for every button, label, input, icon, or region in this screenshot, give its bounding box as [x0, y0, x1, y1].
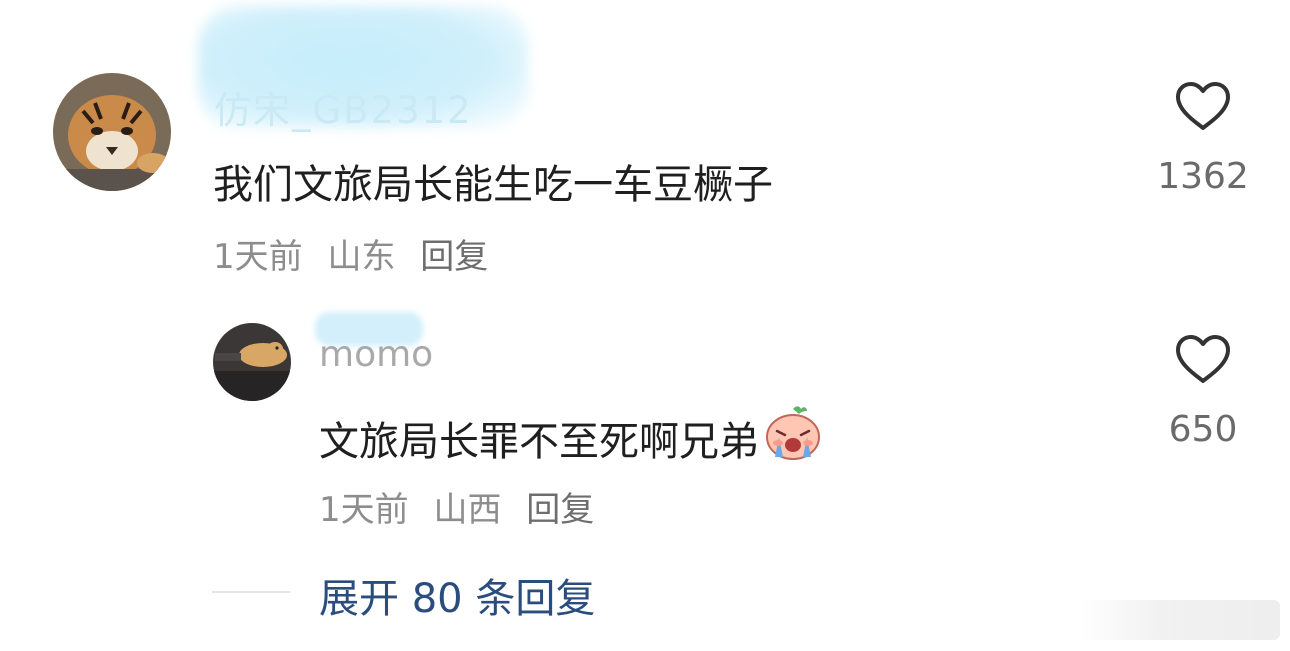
reply-like-button[interactable]: 650	[1143, 333, 1263, 450]
heart-icon	[1176, 335, 1230, 383]
crying-face-emoji-icon	[763, 405, 823, 471]
reply-avatar[interactable]	[213, 323, 291, 401]
reply-meta: 1天前 山西 回复	[319, 482, 608, 531]
comment-location: 山东	[327, 237, 396, 277]
avatar[interactable]	[53, 73, 171, 191]
heart-icon	[1176, 82, 1230, 130]
comment-meta: 1天前 山东 回复	[213, 229, 502, 278]
watermark	[1080, 600, 1280, 640]
expand-replies-button[interactable]: 展开 80 条回复	[319, 566, 595, 624]
comment-like-button[interactable]: 1362	[1143, 80, 1263, 197]
reply-username[interactable]: momo	[319, 334, 433, 375]
expand-divider	[212, 591, 290, 593]
comment-username[interactable]: 仿宋_GB2312	[214, 80, 473, 134]
reply-like-count: 650	[1168, 409, 1238, 450]
reply-location: 山西	[433, 490, 502, 530]
comment-like-count: 1362	[1157, 156, 1249, 197]
tiger-avatar-image	[53, 73, 171, 191]
reply-text: 文旅局长罪不至死啊兄弟	[319, 419, 759, 465]
reply-reply-button[interactable]: 回复	[526, 490, 594, 530]
comment-text: 我们文旅局长能生吃一车豆橛子	[213, 162, 773, 208]
comment-time: 1天前	[213, 237, 303, 277]
comment-reply-button[interactable]: 回复	[420, 237, 488, 277]
reply-time: 1天前	[319, 490, 409, 530]
reply-avatar-image	[213, 323, 291, 401]
reply-content: 文旅局长罪不至死啊兄弟	[319, 405, 823, 471]
